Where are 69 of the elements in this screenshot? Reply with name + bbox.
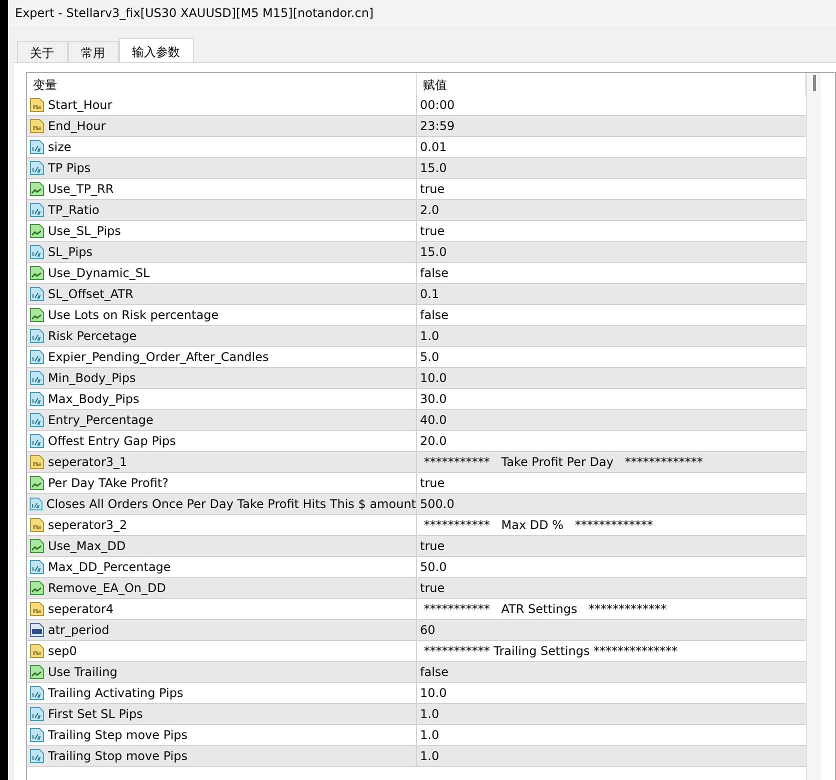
parameter-value[interactable]: false [420,266,449,280]
parameter-name: size [48,140,72,154]
parameter-value[interactable]: *********** Trailing Settings ************** [420,644,678,658]
parameter-value[interactable]: 10.0 [420,371,447,385]
parameter-value[interactable]: 500.0 [420,497,454,511]
parameter-name: Use_Dynamic_SL [48,266,150,280]
parameter-value[interactable]: 1.0 [420,707,440,721]
tab[interactable]: 输入参数 [119,38,194,63]
scrollbar[interactable] [806,73,821,780]
parameter-value[interactable]: 20.0 [420,434,447,448]
parameter-name: seperator4 [48,602,114,616]
parameter-name: Closes All Orders Once Per Day Take Profit Hits This $ amount [46,497,416,511]
parameter-name: Use_SL_Pips [48,224,121,238]
parameter-value[interactable]: *********** Take Profit Per Day ************* [420,455,703,469]
parameter-value[interactable]: 15.0 [420,161,447,175]
parameter-value[interactable]: *********** ATR Settings ************* [420,602,667,616]
parameter-name: Use_TP_RR [48,182,114,196]
parameter-value[interactable]: true [420,539,445,553]
parameter-name: Remove_EA_On_DD [48,581,166,595]
parameter-value[interactable]: 2.0 [420,203,440,217]
parameter-value[interactable]: *********** Max DD % ************* [420,518,654,532]
parameter-name: Per Day TAke Profit? [48,476,168,490]
parameter-value[interactable]: true [420,581,445,595]
parameter-value[interactable]: true [420,476,445,490]
parameter-value[interactable]: 60 [420,623,436,637]
parameter-value[interactable]: true [420,182,445,196]
column-header[interactable]: 变量 [27,73,417,95]
parameter-name: sep0 [48,644,77,658]
parameter-name: End_Hour [48,119,106,133]
parameter-value[interactable]: 0.1 [420,287,440,301]
parameter-name: Min_Body_Pips [48,371,136,385]
parameter-value[interactable]: 15.0 [420,245,447,259]
parameter-name: Use_Max_DD [48,539,126,553]
parameter-name: seperator3_2 [48,518,128,532]
parameter-name: atr_period [48,623,110,637]
parameter-value[interactable]: 00:00 [420,98,455,112]
tab[interactable]: 常用 [68,41,119,62]
parameter-name: TP Pips [48,161,91,175]
parameter-value[interactable]: false [420,308,449,322]
parameter-name: Start_Hour [48,98,112,112]
parameter-value[interactable]: 40.0 [420,413,447,427]
parameter-value[interactable]: 50.0 [420,560,447,574]
parameter-name: SL_Offset_ATR [48,287,134,301]
parameter-value[interactable]: 5.0 [420,350,440,364]
parameter-name: Expier_Pending_Order_After_Candles [48,350,269,364]
parameter-value[interactable]: 30.0 [420,392,447,406]
parameter-value[interactable]: 1.0 [420,728,440,742]
parameter-name: Offest Entry Gap Pips [48,434,176,448]
parameter-name: Max_Body_Pips [48,392,140,406]
parameter-name: Use Lots on Risk percentage [48,308,219,322]
parameter-value[interactable]: 0.01 [420,140,447,154]
parameter-value[interactable]: 1.0 [420,329,440,343]
parameter-name: seperator3_1 [48,455,128,469]
parameter-name: SL_Pips [48,245,92,259]
parameter-value[interactable]: 10.0 [420,686,447,700]
parameter-name: Trailing Activating Pips [48,686,184,700]
parameter-value[interactable]: false [420,665,449,679]
parameter-value[interactable]: true [420,224,445,238]
parameter-name: Use Trailing [48,665,118,679]
parameter-name: TP_Ratio [48,203,100,217]
tab[interactable]: 关于 [17,41,68,62]
parameter-value[interactable]: 1.0 [420,749,440,763]
parameter-name: Entry_Percentage [48,413,154,427]
parameter-name: Trailing Step move Pips [48,728,188,742]
parameter-name: Risk Percetage [48,329,137,343]
parameter-name: First Set SL Pips [48,707,143,721]
parameter-value[interactable]: 23:59 [420,119,455,133]
parameter-name: Trailing Stop move Pips [48,749,188,763]
parameter-name: Max_DD_Percentage [48,560,171,574]
